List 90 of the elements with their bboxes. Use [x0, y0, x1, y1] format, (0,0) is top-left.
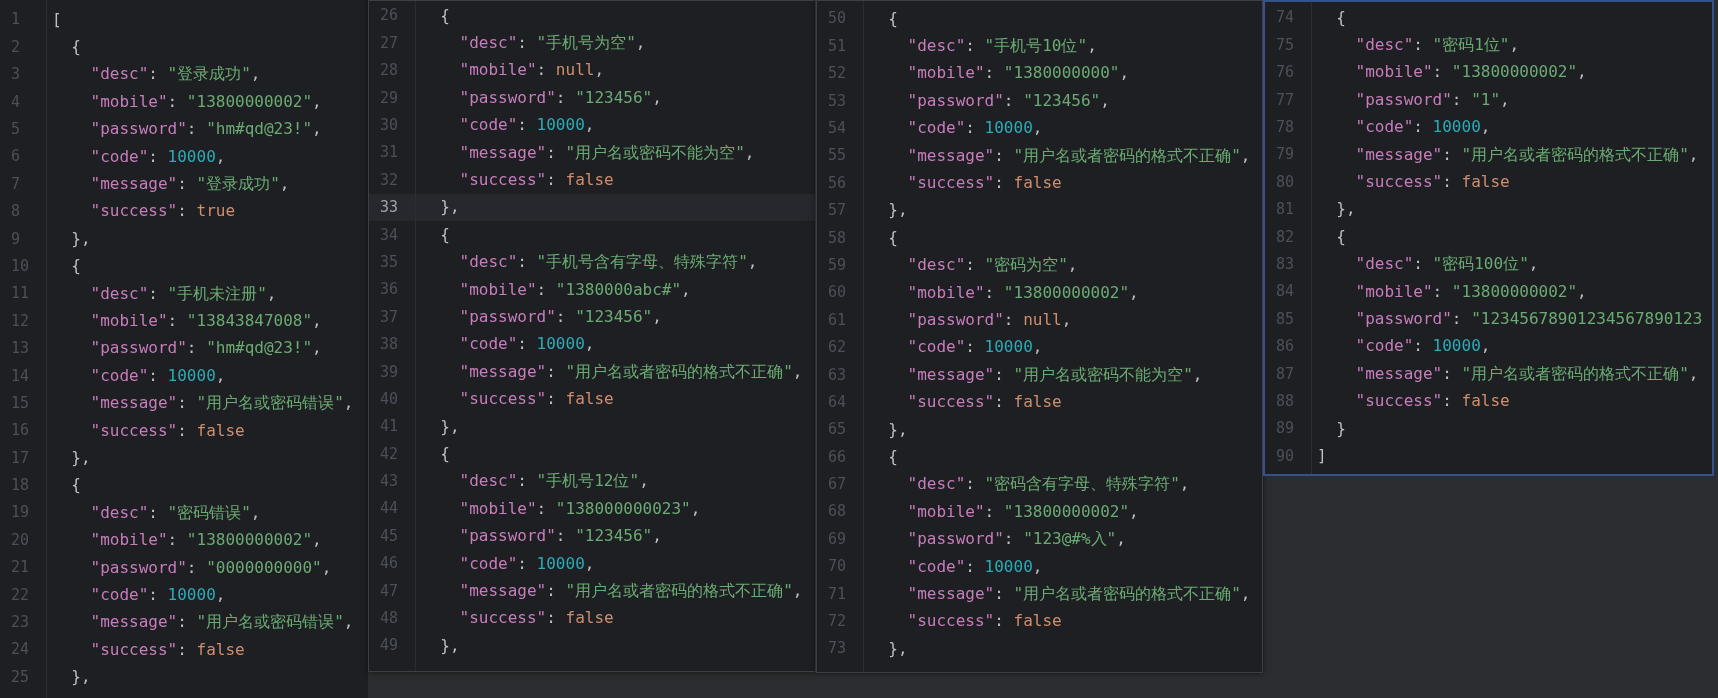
code-line: "success": false	[458, 607, 615, 630]
code-line: "success": false	[458, 169, 615, 192]
code-line: "desc": "密码100位",	[1354, 253, 1540, 276]
code-line: "desc": "密码含有字母、特殊字符",	[906, 473, 1191, 496]
code-line: "mobile": "13800000002",	[89, 529, 323, 552]
code-line: "password": "0000000000",	[89, 556, 333, 579]
code-line: "code": 10000,	[458, 552, 596, 575]
code-line: "password": "123456",	[458, 86, 663, 109]
code-line: {	[70, 36, 82, 59]
code-line: "desc": "手机号含有字母、特殊字符",	[458, 251, 759, 274]
code-line: "password": "hm#qd@23!",	[89, 337, 323, 360]
code-line: "mobile": "13800000002",	[1354, 280, 1588, 303]
code-line: {	[1335, 6, 1347, 29]
code-line: "message": "登录成功",	[89, 173, 291, 196]
code-line: "desc": "密码为空",	[906, 254, 1079, 277]
code-line: "success": false	[1354, 390, 1511, 413]
code-line: "mobile": "13800000002",	[1354, 61, 1588, 84]
code-line: "code": 10000,	[906, 336, 1044, 359]
code-line: },	[439, 415, 461, 438]
code-line: "desc": "手机号为空",	[458, 32, 647, 55]
code-line: },	[70, 227, 92, 250]
code-line: },	[70, 666, 92, 689]
code-line: },	[887, 637, 909, 660]
code-line: }	[1335, 417, 1347, 440]
code-line: "message": "用户名或密码不能为空",	[906, 363, 1204, 386]
code-line: },	[887, 199, 909, 222]
code-line: "code": 10000,	[89, 364, 227, 387]
code-line: {	[887, 7, 899, 30]
code-line: "code": 10000,	[458, 114, 596, 137]
code-line: "mobile": "1380000000",	[906, 62, 1131, 85]
code-line: "success": false	[906, 610, 1063, 633]
code-line: "desc": "手机未注册",	[89, 282, 278, 305]
code-line: {	[439, 223, 451, 246]
code-line: "message": "用户名或者密码的格式不正确",	[1354, 143, 1700, 166]
code-line: "desc": "手机号12位",	[458, 470, 650, 493]
code-line: "code": 10000,	[89, 583, 227, 606]
code-line: "password": "1",	[1354, 88, 1511, 111]
code-line: "password": "123456",	[906, 89, 1111, 112]
code-line: "success": false	[906, 391, 1063, 414]
code-line: "mobile": null,	[458, 59, 606, 82]
code-line: "code": 10000,	[906, 117, 1044, 140]
code-line: "password": "123456",	[458, 306, 663, 328]
code-line: "mobile": "1380000abc#",	[458, 278, 692, 301]
code-line: "password": "123456",	[458, 525, 663, 548]
code-line: "code": 10000,	[1354, 335, 1492, 358]
code-line: "message": "用户名或者密码的格式不正确",	[906, 582, 1252, 605]
code-line: "password": "12345678901234567890123	[1354, 308, 1704, 330]
code-line: "code": 10000,	[89, 145, 227, 168]
code-line: "message": "用户名或者密码的格式不正确",	[1354, 362, 1700, 385]
code-line: "message": "用户名或密码错误",	[89, 392, 355, 415]
code-line: "success": false	[89, 419, 246, 442]
code-line: "mobile": "138000000023",	[458, 497, 702, 520]
code-line: },	[439, 634, 461, 657]
code-line: {	[1335, 225, 1347, 248]
code-line: "password": "hm#qd@23!",	[89, 118, 323, 141]
code-line: "success": false	[458, 388, 615, 411]
code-line: "password": null,	[906, 309, 1073, 331]
code-line: "message": "用户名或者密码的格式不正确",	[458, 579, 804, 602]
code-line: "mobile": "13800000002",	[906, 281, 1140, 304]
code-line: "desc": "登录成功",	[89, 63, 262, 86]
code-line: "message": "用户名或密码错误",	[89, 611, 355, 634]
code-line: },	[887, 418, 909, 441]
code-line: {	[439, 442, 451, 465]
code-line: {	[887, 226, 899, 249]
code-line: "success": false	[89, 638, 246, 661]
code-line: "desc": "密码1位",	[1354, 34, 1521, 57]
code-line: ]	[1316, 444, 1328, 467]
code-line: "success": false	[906, 172, 1063, 195]
code-line: "desc": "手机号10位",	[906, 35, 1098, 58]
code-line: "message": "用户名或者密码的格式不正确",	[906, 144, 1252, 167]
code-line: "mobile": "13800000002",	[906, 500, 1140, 523]
code-line: "mobile": "13843847008",	[89, 310, 323, 332]
code-line: "message": "用户名或密码不能为空",	[458, 141, 756, 164]
code-line: {	[439, 4, 451, 27]
code-line: "success": false	[1354, 171, 1511, 194]
code-line: {	[70, 474, 82, 497]
code-line: },	[1335, 198, 1357, 221]
code-line: },	[70, 446, 92, 469]
code-line: "desc": "密码错误",	[89, 501, 262, 524]
code-line: "message": "用户名或者密码的格式不正确",	[458, 360, 804, 383]
code-line: "code": 10000,	[906, 555, 1044, 578]
code-line: "success": true	[89, 200, 237, 223]
code-line: "code": 10000,	[1354, 116, 1492, 139]
line-number: 33	[369, 193, 415, 222]
code-line: "password": "123@#%入",	[906, 528, 1127, 551]
code-line: "code": 10000,	[458, 333, 596, 356]
code-line: [	[51, 8, 63, 31]
code-line: {	[887, 445, 899, 468]
code-line: "mobile": "13800000002",	[89, 90, 323, 113]
code-line: {	[70, 255, 82, 278]
